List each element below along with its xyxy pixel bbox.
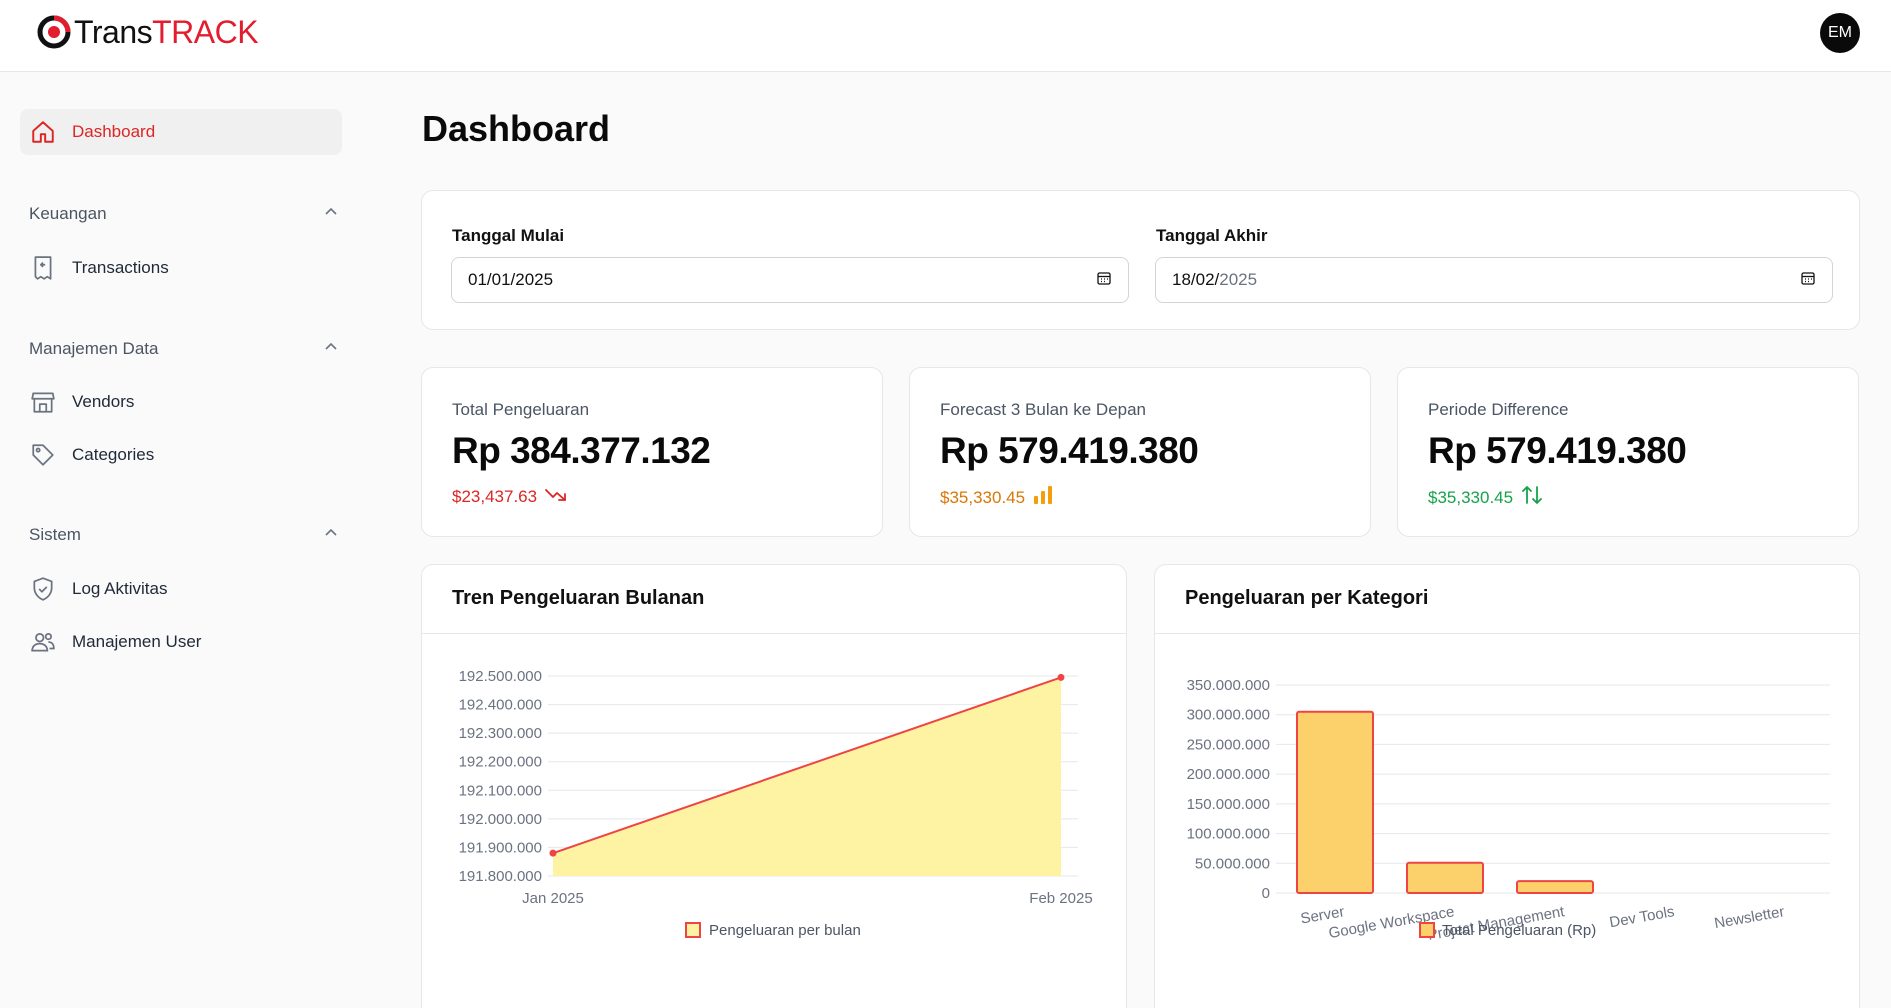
area-fill xyxy=(553,677,1061,876)
y-tick-label: 192.400.000 xyxy=(459,697,542,714)
receipt-icon xyxy=(30,255,56,281)
stat-value: Rp 579.419.380 xyxy=(1428,430,1687,471)
date-filter-card: Tanggal Mulai 01/01/2025 Tanggal Akhir 1… xyxy=(421,190,1860,330)
stat-label: Forecast 3 Bulan ke Depan xyxy=(940,400,1147,419)
legend-swatch xyxy=(1419,922,1435,938)
y-tick-label: 192.000.000 xyxy=(459,811,542,828)
data-point xyxy=(549,849,557,857)
y-tick-label: 0 xyxy=(1262,885,1270,902)
sidebar-item-log-aktivitas[interactable]: Log Aktivitas xyxy=(20,567,342,611)
y-tick-label: 192.300.000 xyxy=(459,725,542,742)
category-chart: 0 50.000.000 100.000.000 150.000.000 200.000… xyxy=(1187,677,1830,944)
sidebar-item-dashboard[interactable]: Dashboard xyxy=(20,109,342,155)
y-tick-label: 350.000.000 xyxy=(1187,677,1270,694)
sidebar-item-label: Transactions xyxy=(72,258,169,277)
y-tick-label: 100.000.000 xyxy=(1187,826,1270,843)
sidebar-item-categories[interactable]: Categories xyxy=(20,433,342,477)
sidebar-group-title: Sistem xyxy=(29,525,81,544)
stat-label: Periode Difference xyxy=(1428,400,1569,419)
user-avatar[interactable]: EM xyxy=(1820,13,1860,53)
start-date-label: Tanggal Mulai xyxy=(452,226,565,245)
y-tick-label: 192.200.000 xyxy=(459,754,542,771)
calendar-icon[interactable] xyxy=(1096,270,1112,291)
tag-icon xyxy=(30,442,56,468)
stat-sub-value: $35,330.45 xyxy=(940,487,1026,507)
x-tick-label: Feb 2025 xyxy=(1029,890,1092,907)
trend-chart-card: Tren Pengeluaran Bulanan 191.800.000 191.… xyxy=(421,564,1127,1008)
legend-label: Pengeluaran per bulan xyxy=(709,922,861,939)
sidebar-group-keuangan[interactable]: Keuangan xyxy=(29,202,339,226)
stat-card-forecast: Forecast 3 Bulan ke Depan Rp 579.419.380… xyxy=(909,367,1371,537)
y-tick-label: 192.500.000 xyxy=(459,668,542,685)
sidebar-item-vendors[interactable]: Vendors xyxy=(20,380,342,424)
chevron-up-icon xyxy=(323,339,339,360)
users-icon xyxy=(30,629,56,655)
brand-name-part2: TRACK xyxy=(152,13,259,50)
shield-icon xyxy=(30,576,56,602)
stat-card-periode-difference: Periode Difference Rp 579.419.380 $35,33… xyxy=(1397,367,1859,537)
arrows-up-down-icon xyxy=(1521,486,1543,509)
bar-chart-icon xyxy=(1033,486,1053,509)
y-tick-label: 191.900.000 xyxy=(459,839,542,856)
sidebar-item-transactions[interactable]: Transactions xyxy=(20,246,342,290)
trend-chart: 191.800.000 191.900.000 192.000.000 192.100… xyxy=(459,668,1093,939)
bar xyxy=(1296,710,1374,894)
y-tick-label: 191.800.000 xyxy=(459,868,542,885)
stat-value: Rp 384.377.132 xyxy=(452,430,711,471)
end-date-input[interactable]: 18/02/2025 xyxy=(1155,257,1833,303)
stat-sub-value: $35,330.45 xyxy=(1428,487,1514,507)
sidebar-group-title: Manajemen Data xyxy=(29,339,159,358)
x-tick-label: Dev Tools xyxy=(1608,903,1676,931)
logo-mark-icon xyxy=(36,14,72,50)
top-header: TransTRACK EM xyxy=(0,0,1891,72)
sidebar-group-manajemen-data[interactable]: Manajemen Data xyxy=(29,337,339,361)
sidebar-item-label: Categories xyxy=(72,445,155,464)
end-date-day-month: 18/02/ xyxy=(1172,270,1220,289)
brand-logo[interactable]: TransTRACK xyxy=(36,13,259,50)
y-tick-label: 300.000.000 xyxy=(1187,707,1270,724)
chart-title: Pengeluaran per Kategori xyxy=(1185,587,1429,609)
y-tick-label: 250.000.000 xyxy=(1187,736,1270,753)
page-title: Dashboard xyxy=(422,108,611,149)
stat-card-total-pengeluaran: Total Pengeluaran Rp 384.377.132 $23,437… xyxy=(421,367,883,537)
sidebar-item-label: Dashboard xyxy=(72,122,156,141)
sidebar: Dashboard Keuangan Transactions Manajeme… xyxy=(0,72,360,1008)
sidebar-item-label: Manajemen User xyxy=(72,632,202,651)
y-tick-label: 150.000.000 xyxy=(1187,796,1270,813)
category-chart-card: Pengeluaran per Kategori 0 50.000.000 100.… xyxy=(1154,564,1860,1008)
calendar-icon[interactable] xyxy=(1800,270,1816,291)
bar xyxy=(1516,880,1594,895)
data-point xyxy=(1057,673,1065,681)
store-icon xyxy=(30,389,56,415)
y-tick-label: 50.000.000 xyxy=(1195,855,1270,872)
stat-label: Total Pengeluaran xyxy=(452,400,590,419)
trend-down-icon xyxy=(545,486,567,507)
end-date-year: 2025 xyxy=(1219,270,1258,289)
sidebar-group-title: Keuangan xyxy=(29,204,107,223)
start-date-input[interactable]: 01/01/2025 xyxy=(451,257,1129,303)
chevron-up-icon xyxy=(323,525,339,546)
sidebar-item-label: Vendors xyxy=(72,392,135,411)
home-icon xyxy=(30,119,56,145)
y-tick-label: 200.000.000 xyxy=(1187,766,1270,783)
y-tick-label: 192.100.000 xyxy=(459,782,542,799)
end-date-label: Tanggal Akhir xyxy=(1156,226,1268,245)
brand-name-part1: Trans xyxy=(74,13,153,50)
bar xyxy=(1406,861,1484,894)
x-tick-label: Newsletter xyxy=(1713,903,1786,932)
legend-swatch xyxy=(685,922,701,938)
sidebar-group-sistem[interactable]: Sistem xyxy=(29,523,339,547)
chevron-up-icon xyxy=(323,204,339,225)
stat-value: Rp 579.419.380 xyxy=(940,430,1199,471)
legend-label: Total Pengeluaran (Rp) xyxy=(1442,922,1596,939)
sidebar-item-label: Log Aktivitas xyxy=(72,579,168,598)
start-date-value: 01/01/2025 xyxy=(468,270,554,289)
sidebar-item-manajemen-user[interactable]: Manajemen User xyxy=(20,620,342,664)
x-tick-label: Jan 2025 xyxy=(522,890,584,907)
chart-title: Tren Pengeluaran Bulanan xyxy=(452,587,705,609)
stat-sub-value: $23,437.63 xyxy=(452,486,538,506)
